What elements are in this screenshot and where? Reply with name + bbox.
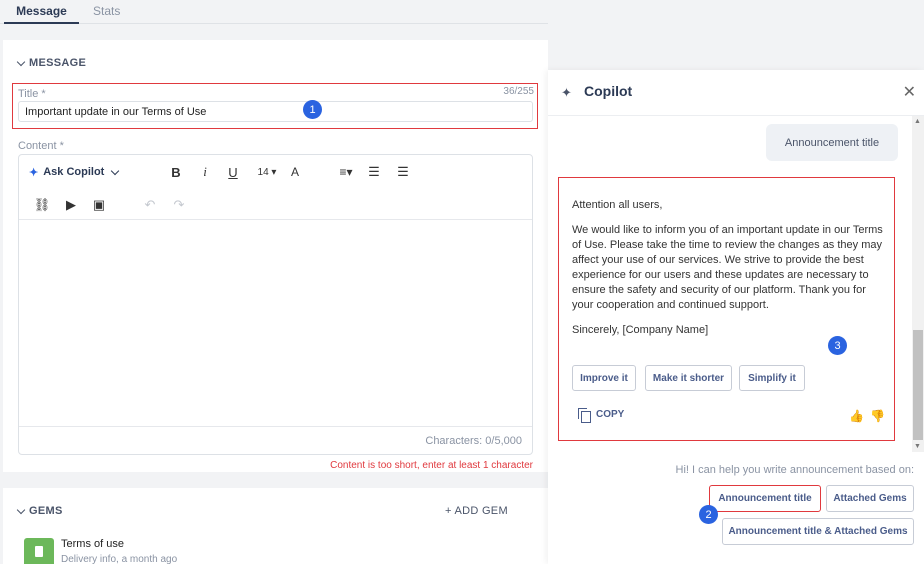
italic-icon[interactable]: i <box>196 163 214 181</box>
thumbs-up-icon[interactable]: 👍 <box>849 409 864 423</box>
make-shorter-button[interactable]: Make it shorter <box>645 365 732 391</box>
undo-icon[interactable]: ↶ <box>141 196 159 214</box>
copilot-scrollbar[interactable]: ▲ ▼ <box>912 116 924 452</box>
step-badge-1: 1 <box>303 100 322 119</box>
content-label: Content * <box>18 140 64 152</box>
content-error: Content is too short, enter at least 1 c… <box>330 460 533 471</box>
message-section-title: MESSAGE <box>29 57 87 69</box>
response-text: Attention all users, We would like to in… <box>572 198 884 348</box>
simplify-it-button[interactable]: Simplify it <box>739 365 805 391</box>
redo-icon[interactable]: ↷ <box>170 196 188 214</box>
bold-icon[interactable]: B <box>167 163 185 181</box>
message-section-header[interactable]: MESSAGE <box>16 57 87 69</box>
scroll-up-icon[interactable]: ▲ <box>914 118 921 125</box>
copilot-title: Copilot <box>584 83 633 99</box>
scroll-thumb[interactable] <box>913 330 923 440</box>
suggestion-attached-gems[interactable]: Attached Gems <box>826 485 914 512</box>
chevron-down-icon <box>16 505 26 514</box>
copy-icon <box>578 408 591 423</box>
sparkle-icon: ✦ <box>561 85 572 100</box>
editor-divider <box>19 219 532 220</box>
sparkle-icon: ✦ <box>29 166 39 179</box>
character-count: Characters: 0/5,000 <box>425 435 522 447</box>
bullet-list-icon[interactable]: ☰ <box>394 163 412 181</box>
gem-file-icon <box>24 538 54 564</box>
gems-section-header[interactable]: GEMS <box>16 505 63 517</box>
message-card: MESSAGE Title * 36/255 Important update … <box>3 40 548 472</box>
link-icon[interactable]: ⛓ <box>33 196 51 214</box>
copy-button[interactable]: COPY <box>578 408 625 423</box>
editor-toolbar: ✦ Ask Copilot <box>29 163 120 181</box>
step-badge-3: 3 <box>828 336 847 355</box>
step-badge-2: 2 <box>699 505 718 524</box>
copilot-header: ✦ Copilot ✕ <box>548 70 924 116</box>
tab-bar: Message Stats <box>0 0 548 24</box>
gem-item-title[interactable]: Terms of use <box>61 538 124 550</box>
response-body: We would like to inform you of an import… <box>572 224 883 311</box>
copy-label: COPY <box>596 409 625 420</box>
gems-card: GEMS + ADD GEM Terms of use Delivery inf… <box>3 488 548 564</box>
image-icon[interactable]: ▣ <box>90 196 108 214</box>
scroll-down-icon[interactable]: ▼ <box>914 443 921 450</box>
add-gem-button[interactable]: + ADD GEM <box>445 505 508 517</box>
chevron-down-icon <box>16 57 26 66</box>
user-message-bubble: Announcement title <box>766 124 898 161</box>
content-editor[interactable]: ✦ Ask Copilot B i U 14 ▾ A ≡▾ ☰ ☰ ⛓ ▶ ▣ … <box>18 154 533 455</box>
ask-copilot-label: Ask Copilot <box>43 166 105 178</box>
video-icon[interactable]: ▶ <box>62 196 80 214</box>
response-greeting: Attention all users, <box>572 199 663 211</box>
editor-footer: Characters: 0/5,000 <box>19 426 532 454</box>
suggestion-title-and-gems[interactable]: Announcement title & Attached Gems <box>722 518 914 545</box>
chevron-down-icon <box>111 166 120 175</box>
title-counter: 36/255 <box>503 86 534 97</box>
align-icon[interactable]: ≡▾ <box>334 163 358 181</box>
copilot-panel: ✦ Copilot ✕ ▲ ▼ Announcement title Atten… <box>548 70 924 564</box>
tab-message[interactable]: Message <box>4 4 79 24</box>
copilot-response: Attention all users, We would like to in… <box>558 177 895 441</box>
tab-stats[interactable]: Stats <box>93 4 120 18</box>
thumbs-down-icon[interactable]: 👎 <box>870 409 885 423</box>
underline-icon[interactable]: U <box>224 163 242 181</box>
gems-section-title: GEMS <box>29 505 63 517</box>
suggestion-announcement-title[interactable]: Announcement title <box>709 485 821 512</box>
improve-it-button[interactable]: Improve it <box>572 365 636 391</box>
close-icon[interactable]: ✕ <box>903 82 916 102</box>
font-size-value: 14 <box>257 166 269 178</box>
ask-copilot-button[interactable]: ✦ Ask Copilot <box>29 166 120 179</box>
title-label: Title * <box>18 88 46 100</box>
font-size-select[interactable]: 14 ▾ <box>252 163 282 181</box>
copilot-hint: Hi! I can help you write announcement ba… <box>675 464 914 476</box>
title-input[interactable]: Important update in our Terms of Use <box>18 101 533 122</box>
gem-item-subtitle: Delivery info, a month ago <box>61 554 178 564</box>
text-color-icon[interactable]: A <box>286 163 304 181</box>
ordered-list-icon[interactable]: ☰ <box>365 163 383 181</box>
